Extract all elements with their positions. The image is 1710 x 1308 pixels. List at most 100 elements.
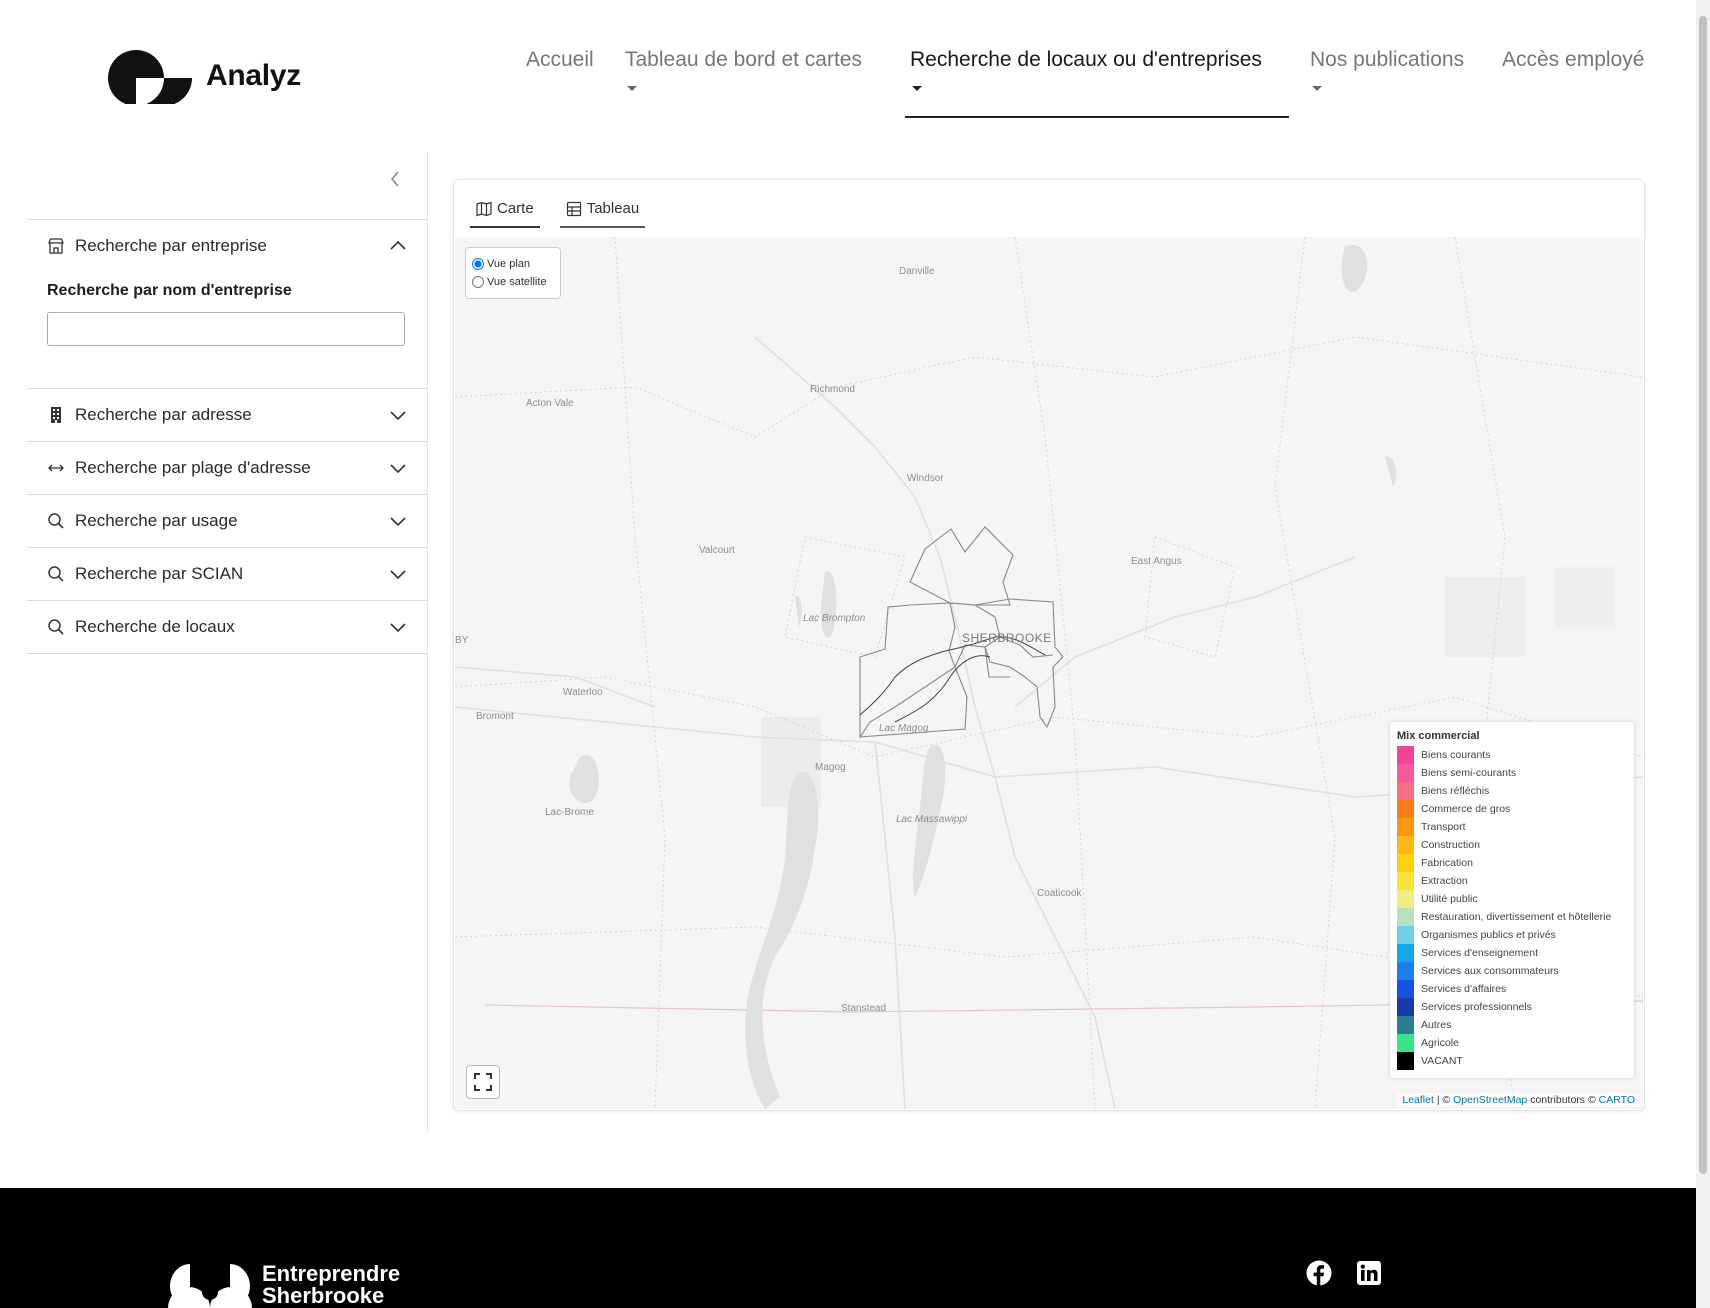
nav-publications-caret-icon[interactable] [1312,86,1322,91]
layer-radio-satellite[interactable] [472,276,484,288]
nav-acces-employe[interactable]: Accès employé [1502,48,1644,72]
chevron-down-icon[interactable] [389,406,407,424]
legend-swatch [1397,1052,1414,1070]
tab-carte-label: Carte [497,200,534,217]
legend-label: VACANT [1421,1055,1463,1067]
legend-label: Biens réfléchis [1421,785,1490,797]
place-waterloo: Waterloo [563,687,603,698]
legend-label: Services d'affaires [1421,983,1507,995]
nav-recherche[interactable]: Recherche de locaux ou d'entreprises [910,48,1262,72]
building-icon [47,406,65,424]
legend-swatch [1397,1034,1414,1052]
footer-brand-line2: Sherbrooke [262,1283,385,1308]
legend-item: Utilité public [1397,890,1627,908]
accordion-usage[interactable]: Recherche par usage [27,494,427,547]
legend-label: Commerce de gros [1421,803,1511,815]
carto-link[interactable]: CARTO [1599,1094,1635,1106]
accordion-adresse[interactable]: Recherche par adresse [27,388,427,441]
collapse-sidebar-button[interactable] [389,170,401,194]
legend-swatch [1397,800,1414,818]
legend-swatch [1397,962,1414,980]
nav-publications[interactable]: Nos publications [1310,48,1464,72]
accordion-plage-label: Recherche par plage d'adresse [75,458,311,477]
chevron-down-icon[interactable] [389,618,407,636]
layer-option-plan[interactable]: Vue plan [472,255,554,273]
legend-item: Agricole [1397,1034,1627,1052]
accordion-plage[interactable]: Recherche par plage d'adresse [27,441,427,494]
fullscreen-button[interactable] [466,1065,500,1099]
legend-label: Services professionnels [1421,1001,1532,1013]
nav-tableau-de-bord[interactable]: Tableau de bord et cartes [625,48,862,72]
legend-item: Services d'affaires [1397,980,1627,998]
tab-tableau[interactable]: Tableau [559,194,646,228]
legend-swatch [1397,836,1414,854]
table-icon [566,201,581,216]
map-attribution: Leaflet | © OpenStreetMap contributors ©… [1398,1093,1639,1107]
map-legend: Mix commercial Biens courants Biens semi-… [1390,722,1634,1078]
legend-label: Autres [1421,1019,1452,1031]
accordion-scian[interactable]: Recherche par SCIAN [27,547,427,600]
place-east-angus: East Angus [1131,556,1182,567]
footer-brand: Entreprendre Sherbrooke [262,1263,400,1307]
company-name-input[interactable] [47,312,405,346]
scrollbar-thumb[interactable] [1699,16,1707,1174]
accordion-plage-header[interactable]: Recherche par plage d'adresse [27,442,427,494]
attrib-contrib: contributors © [1527,1094,1599,1106]
legend-label: Agricole [1421,1037,1459,1049]
legend-swatch [1397,926,1414,944]
chevron-down-icon[interactable] [389,565,407,583]
page-scrollbar[interactable] [1696,0,1710,1308]
legend-item: Fabrication [1397,854,1627,872]
layer-option-satellite[interactable]: Vue satellite [472,273,554,291]
legend-item: Services aux consommateurs [1397,962,1627,980]
accordion-locaux[interactable]: Recherche de locaux [27,600,427,654]
map-canvas[interactable]: Danville Richmond Acton Vale Windsor Val… [455,237,1643,1109]
nav-tableau-caret-icon[interactable] [627,86,637,91]
leaflet-link[interactable]: Leaflet [1402,1094,1434,1106]
place-lac-magog: Lac Magog [879,723,929,734]
nav-recherche-caret-icon[interactable] [912,86,922,91]
accordion-usage-header[interactable]: Recherche par usage [27,495,427,547]
legend-item: Transport [1397,818,1627,836]
legend-label: Extraction [1421,875,1468,887]
place-coaticook: Coaticook [1037,888,1082,899]
chevron-left-icon [390,171,399,187]
accordion-locaux-label: Recherche de locaux [75,617,235,636]
legend-item: Construction [1397,836,1627,854]
layer-option-satellite-label: Vue satellite [487,276,547,288]
accordion-locaux-header[interactable]: Recherche de locaux [27,601,427,653]
legend-swatch [1397,944,1414,962]
osm-link[interactable]: OpenStreetMap [1453,1094,1527,1106]
chevron-down-icon[interactable] [389,459,407,477]
facebook-icon[interactable] [1306,1260,1332,1286]
accordion-adresse-label: Recherche par adresse [75,405,252,424]
place-valcourt: Valcourt [699,545,735,556]
legend-label: Construction [1421,839,1480,851]
tab-tableau-label: Tableau [586,200,640,217]
layer-radio-plan[interactable] [472,258,484,270]
accordion-scian-header[interactable]: Recherche par SCIAN [27,548,427,600]
legend-item: Biens réfléchis [1397,782,1627,800]
legend-swatch [1397,998,1414,1016]
legend-label: Fabrication [1421,857,1473,869]
fullscreen-icon [474,1073,492,1091]
footer-brand-line1: Entreprendre [262,1261,401,1286]
nav-accueil[interactable]: Accueil [526,48,594,72]
chevron-down-icon[interactable] [389,512,407,530]
tab-carte[interactable]: Carte [470,194,540,228]
map-card: Carte Tableau Danville Richmond Acton Va… [453,179,1645,1111]
linkedin-icon[interactable] [1356,1260,1382,1286]
place-danville: Danville [899,266,935,277]
map-icon [476,201,492,216]
accordion-adresse-header[interactable]: Recherche par adresse [27,389,427,441]
legend-swatch [1397,854,1414,872]
accordion-entreprise-header[interactable]: Recherche par entreprise [27,220,427,272]
entreprendre-logo-icon [168,1264,252,1308]
legend-item: Services professionnels [1397,998,1627,1016]
entreprendre-sherbrooke-logo[interactable]: Entreprendre Sherbrooke [168,1262,400,1308]
chevron-up-icon[interactable] [389,237,407,255]
accordion-scian-label: Recherche par SCIAN [75,564,244,583]
search-icon [47,618,65,636]
search-icon [47,565,65,583]
nav-active-underline [905,116,1289,118]
